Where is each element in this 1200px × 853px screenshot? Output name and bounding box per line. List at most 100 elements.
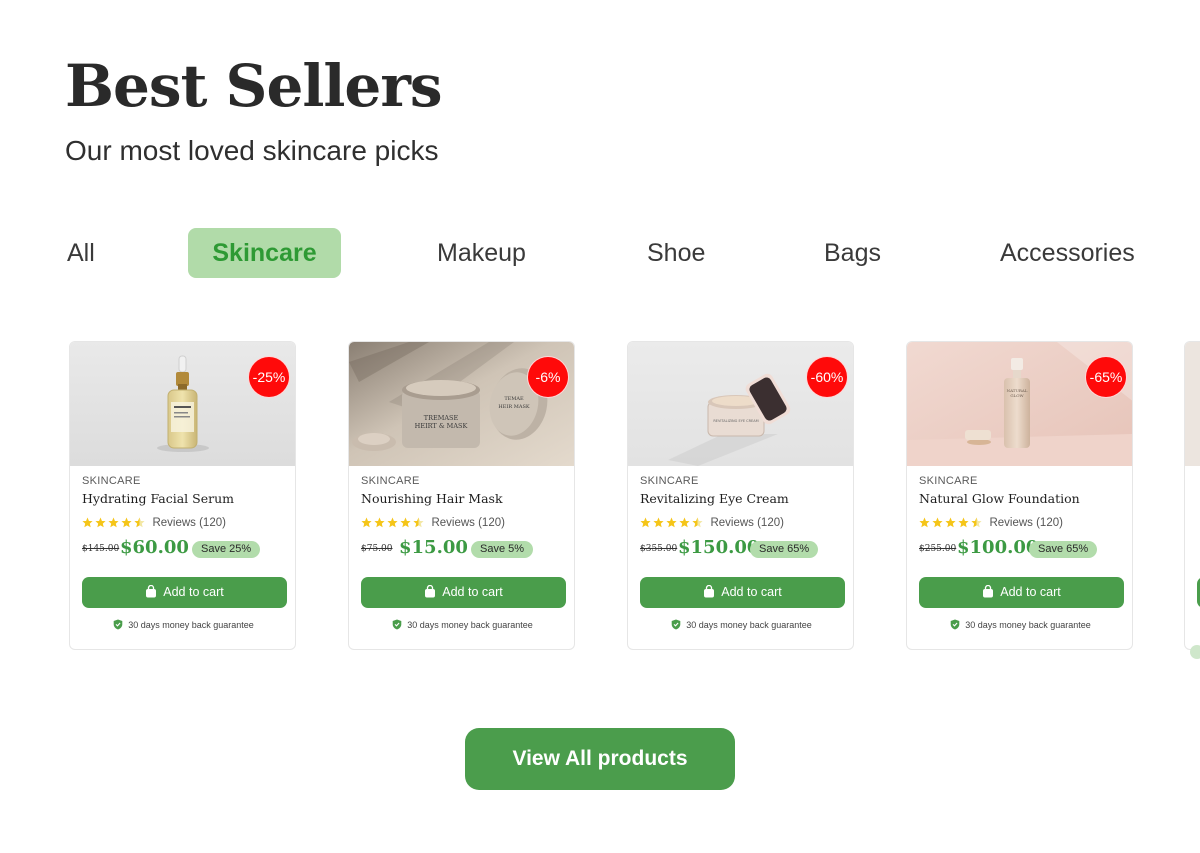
- add-to-cart-button[interactable]: Add to cart: [361, 577, 566, 608]
- product-image-eye-cream[interactable]: REVITALIZING EYE CREAM -60%: [628, 342, 853, 466]
- review-count[interactable]: Reviews (120): [989, 517, 1063, 529]
- category-tabs: All Skincare Makeup Shoe Bags Accessorie…: [0, 228, 1200, 278]
- add-to-cart-label: Add to cart: [1000, 585, 1061, 599]
- save-badge: Save 5%: [471, 541, 534, 558]
- star-icon: [400, 517, 411, 528]
- add-to-cart-button[interactable]: Add to cart: [640, 577, 845, 608]
- tab-accessories[interactable]: Accessories: [1000, 228, 1135, 278]
- original-price: $355.00: [640, 544, 678, 554]
- shield-check-icon: [392, 619, 402, 630]
- review-count[interactable]: Reviews (120): [152, 517, 226, 529]
- section-subtitle: Our most loved skincare picks: [65, 135, 439, 166]
- next-product-card-partial[interactable]: [1184, 341, 1200, 650]
- rating-stars: [361, 514, 426, 532]
- product-image-hair-mask[interactable]: TREMASE HEIRT & MASK TEMAE HEIR MASK -6%: [349, 342, 574, 466]
- shopping-bag-icon: [425, 585, 436, 598]
- money-back-guarantee: 30 days money back guarantee: [70, 619, 295, 630]
- product-name[interactable]: Nourishing Hair Mask: [361, 491, 503, 506]
- product-image-partial: [1185, 342, 1200, 466]
- svg-text:HEIR MASK: HEIR MASK: [498, 404, 529, 410]
- product-card[interactable]: -25% SKINCARE Hydrating Facial Serum Rev…: [69, 341, 296, 650]
- star-icon: [945, 517, 956, 528]
- discount-badge: -65%: [1086, 357, 1126, 397]
- carousel-scroll-indicator[interactable]: [1190, 645, 1200, 659]
- product-name[interactable]: Hydrating Facial Serum: [82, 491, 234, 506]
- product-rating: Reviews (120): [361, 514, 505, 529]
- half-star-icon: [971, 517, 982, 528]
- product-rating: Reviews (120): [640, 514, 784, 529]
- sale-price: $60.00: [120, 537, 189, 558]
- money-back-guarantee: 30 days money back guarantee: [349, 619, 574, 630]
- product-image-foundation[interactable]: NATURAL GLOW -65%: [907, 342, 1132, 466]
- original-price: $145.00: [82, 544, 120, 554]
- product-card[interactable]: TREMASE HEIRT & MASK TEMAE HEIR MASK -6%…: [348, 341, 575, 650]
- money-back-guarantee: 30 days money back guarantee: [907, 619, 1132, 630]
- view-all-products-button[interactable]: View All products: [465, 728, 735, 790]
- rating-stars: [82, 514, 147, 532]
- sale-price: $100.00: [957, 537, 1039, 558]
- tab-shoe[interactable]: Shoe: [647, 228, 705, 278]
- shopping-bag-icon: [704, 585, 715, 598]
- shopping-bag-icon: [983, 585, 994, 598]
- product-category: SKINCARE: [640, 475, 699, 487]
- add-to-cart-button[interactable]: Add to cart: [919, 577, 1124, 608]
- tab-bags[interactable]: Bags: [824, 228, 881, 278]
- star-icon: [653, 517, 664, 528]
- star-icon: [82, 517, 93, 528]
- product-rating: Reviews (120): [919, 514, 1063, 529]
- star-icon: [374, 517, 385, 528]
- star-icon: [95, 517, 106, 528]
- half-star-icon: [692, 517, 703, 528]
- svg-text:HEIRT & MASK: HEIRT & MASK: [415, 422, 468, 430]
- product-rating: Reviews (120): [82, 514, 226, 529]
- half-star-icon: [134, 517, 145, 528]
- product-image-serum[interactable]: -25%: [70, 342, 295, 466]
- product-category: SKINCARE: [361, 475, 420, 487]
- svg-text:REVITALIZING EYE CREAM: REVITALIZING EYE CREAM: [713, 419, 758, 423]
- tab-skincare[interactable]: Skincare: [188, 228, 341, 278]
- tab-makeup[interactable]: Makeup: [437, 228, 526, 278]
- product-name[interactable]: Revitalizing Eye Cream: [640, 491, 789, 506]
- add-to-cart-button[interactable]: Add to cart: [82, 577, 287, 608]
- save-badge: Save 65%: [1029, 541, 1098, 558]
- star-icon: [666, 517, 677, 528]
- star-icon: [679, 517, 690, 528]
- original-price: $255.00: [919, 544, 957, 554]
- discount-badge: -25%: [249, 357, 289, 397]
- sale-price: $150.00: [678, 537, 760, 558]
- rating-stars: [919, 514, 984, 532]
- star-icon: [121, 517, 132, 528]
- rating-stars: [640, 514, 705, 532]
- star-icon: [361, 517, 372, 528]
- star-icon: [108, 517, 119, 528]
- star-icon: [919, 517, 930, 528]
- product-card[interactable]: NATURAL GLOW -65% SKINCARE Natural Glow …: [906, 341, 1133, 650]
- svg-text:TREMASE: TREMASE: [424, 414, 459, 422]
- sale-price: $15.00: [399, 537, 468, 558]
- add-to-cart-label: Add to cart: [163, 585, 224, 599]
- star-icon: [640, 517, 651, 528]
- product-name[interactable]: Natural Glow Foundation: [919, 491, 1080, 506]
- discount-badge: -60%: [807, 357, 847, 397]
- product-category: SKINCARE: [82, 475, 141, 487]
- section-title: Best Sellers: [65, 52, 443, 120]
- review-count[interactable]: Reviews (120): [710, 517, 784, 529]
- save-badge: Save 65%: [750, 541, 819, 558]
- add-to-cart-label: Add to cart: [721, 585, 782, 599]
- shield-check-icon: [950, 619, 960, 630]
- shield-check-icon: [671, 619, 681, 630]
- review-count[interactable]: Reviews (120): [431, 517, 505, 529]
- star-icon: [932, 517, 943, 528]
- product-card[interactable]: REVITALIZING EYE CREAM -60% SKINCARE Rev…: [627, 341, 854, 650]
- save-badge: Save 25%: [192, 541, 261, 558]
- original-price: $75.00: [361, 544, 393, 554]
- star-icon: [387, 517, 398, 528]
- tab-all[interactable]: All: [67, 228, 95, 278]
- product-category: SKINCARE: [919, 475, 978, 487]
- add-to-cart-label: Add to cart: [442, 585, 503, 599]
- money-back-guarantee: 30 days money back guarantee: [628, 619, 853, 630]
- half-star-icon: [413, 517, 424, 528]
- shopping-bag-icon: [146, 585, 157, 598]
- discount-badge: -6%: [528, 357, 568, 397]
- svg-text:GLOW: GLOW: [1010, 393, 1024, 398]
